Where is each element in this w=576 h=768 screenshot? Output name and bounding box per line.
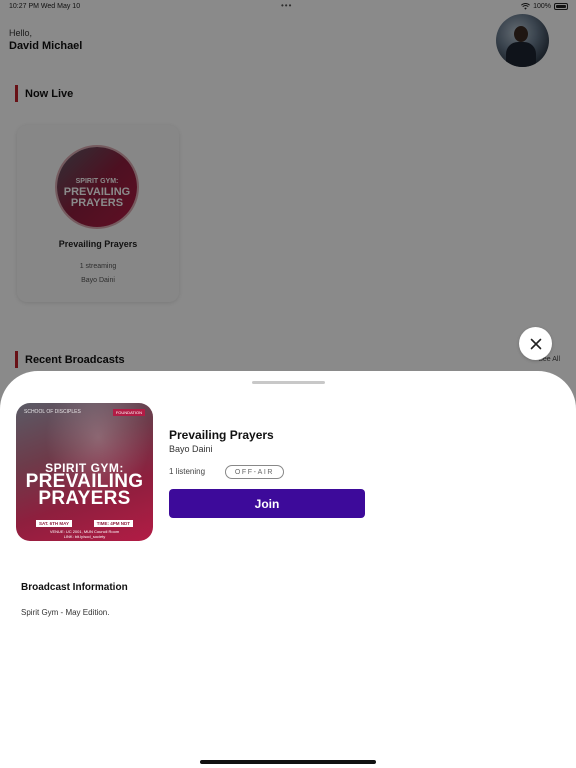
home-indicator[interactable] — [200, 760, 376, 764]
cover-venue: VENUE: UC 2001, MUN Council Room LINK: b… — [49, 529, 120, 539]
cover-brand: SCHOOL OF DISCIPLES — [24, 409, 81, 415]
cover-time: TIME: 4PM NDT — [93, 520, 133, 527]
broadcast-title: Prevailing Prayers — [169, 428, 274, 442]
broadcast-host: Bayo Daini — [169, 444, 213, 454]
broadcast-info-heading: Broadcast Information — [21, 582, 128, 593]
sheet-grabber[interactable] — [252, 381, 325, 384]
listener-count: 1 listening — [169, 467, 206, 476]
broadcast-detail-sheet: SCHOOL OF DISCIPLES FOUNDATION SPIRIT GY… — [0, 371, 576, 768]
cover-tag: FOUNDATION — [112, 409, 145, 416]
close-icon — [530, 338, 541, 349]
broadcast-cover-image: SCHOOL OF DISCIPLES FOUNDATION SPIRIT GY… — [16, 403, 153, 541]
broadcast-info-text: Spirit Gym - May Edition. — [21, 608, 110, 617]
status-badge: OFF-AIR — [225, 465, 284, 479]
cover-date: SAT. 6TH MAY — [36, 520, 73, 527]
close-button[interactable] — [519, 327, 552, 360]
cover-title-line2: PREVAILING PRAYERS — [25, 471, 144, 509]
join-button[interactable]: Join — [169, 489, 365, 518]
